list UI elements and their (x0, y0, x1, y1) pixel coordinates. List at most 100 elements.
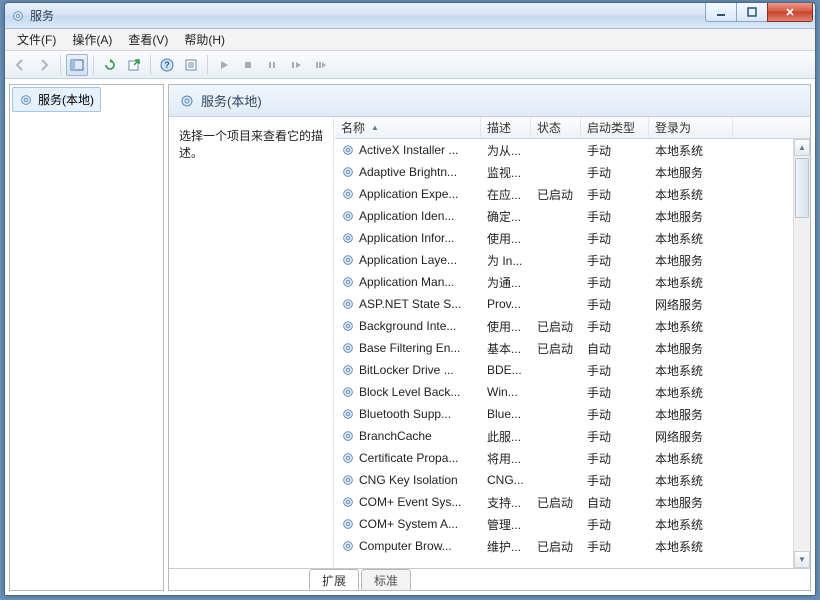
column-header-description[interactable]: 描述 (481, 117, 531, 138)
back-button[interactable] (9, 54, 31, 76)
export-button[interactable] (123, 54, 145, 76)
tree-item-services-local[interactable]: 服务(本地) (12, 87, 101, 112)
menubar: 文件(F) 操作(A) 查看(V) 帮助(H) (5, 29, 815, 51)
gear-icon (341, 341, 355, 355)
pause-service-button[interactable] (261, 54, 283, 76)
tab-standard[interactable]: 标准 (361, 569, 411, 591)
cell-name: Application Iden... (335, 206, 481, 226)
column-header-startup[interactable]: 启动类型 (581, 117, 649, 138)
show-hide-tree-button[interactable] (66, 54, 88, 76)
pane-header: 服务(本地) (169, 85, 810, 117)
restart-service-icon[interactable] (285, 54, 307, 76)
stop-service-button[interactable] (237, 54, 259, 76)
scroll-track[interactable] (794, 156, 810, 551)
menu-view[interactable]: 查看(V) (120, 29, 176, 50)
menu-file[interactable]: 文件(F) (9, 29, 64, 50)
cell-startup: 手动 (581, 381, 649, 404)
cell-status (531, 433, 581, 439)
cell-desc: 为通... (481, 271, 531, 294)
details-pane: 服务(本地) 选择一个项目来查看它的描述。 名称▲ 描述 状态 启动类型 登录为 (168, 84, 811, 591)
description-column: 选择一个项目来查看它的描述。 (169, 117, 334, 568)
cell-startup: 自动 (581, 491, 649, 514)
tab-extended[interactable]: 扩展 (309, 569, 359, 591)
cell-startup: 手动 (581, 227, 649, 250)
services-window: 服务 文件(F) 操作(A) 查看(V) 帮助(H) ? (4, 2, 816, 596)
service-row[interactable]: Background Inte...使用...已启动手动本地系统 (335, 315, 810, 337)
service-row[interactable]: Base Filtering En...基本...已启动自动本地服务 (335, 337, 810, 359)
separator (150, 55, 151, 75)
service-row[interactable]: ActiveX Installer ...为从...手动本地系统 (335, 139, 810, 161)
cell-startup: 手动 (581, 271, 649, 294)
cell-status (531, 301, 581, 307)
cell-desc: 维护... (481, 535, 531, 558)
scroll-up-button[interactable]: ▲ (794, 139, 810, 156)
cell-status (531, 389, 581, 395)
cell-name: Base Filtering En... (335, 338, 481, 358)
service-row[interactable]: COM+ System A...管理...手动本地系统 (335, 513, 810, 535)
refresh-button[interactable] (99, 54, 121, 76)
service-row[interactable]: Application Iden...确定...手动本地服务 (335, 205, 810, 227)
cell-status (531, 411, 581, 417)
column-header-logon[interactable]: 登录为 (649, 117, 733, 138)
cell-startup: 手动 (581, 513, 649, 536)
service-row[interactable]: BranchCache此服...手动网络服务 (335, 425, 810, 447)
service-row[interactable]: Bluetooth Supp...Blue...手动本地服务 (335, 403, 810, 425)
cell-status: 已启动 (531, 337, 581, 360)
maximize-button[interactable] (736, 2, 768, 22)
resume-service-button[interactable] (309, 54, 331, 76)
tree-pane[interactable]: 服务(本地) (9, 84, 164, 591)
close-button[interactable] (767, 2, 813, 22)
cell-startup: 手动 (581, 447, 649, 470)
vertical-scrollbar[interactable]: ▲ ▼ (793, 139, 810, 568)
forward-button[interactable] (33, 54, 55, 76)
scroll-down-button[interactable]: ▼ (794, 551, 810, 568)
service-row[interactable]: BitLocker Drive ...BDE...手动本地系统 (335, 359, 810, 381)
scroll-thumb[interactable] (795, 158, 809, 218)
window-title: 服务 (30, 7, 54, 24)
pane-body: 选择一个项目来查看它的描述。 名称▲ 描述 状态 启动类型 登录为 Active… (169, 117, 810, 568)
service-row[interactable]: ASP.NET State S...Prov...手动网络服务 (335, 293, 810, 315)
gear-icon (341, 517, 355, 531)
properties-button[interactable] (180, 54, 202, 76)
cell-desc: 监视... (481, 161, 531, 184)
gear-icon (341, 407, 355, 421)
service-row[interactable]: COM+ Event Sys...支持...已启动自动本地服务 (335, 491, 810, 513)
cell-startup: 手动 (581, 249, 649, 272)
cell-name: BranchCache (335, 426, 481, 446)
cell-status: 已启动 (531, 535, 581, 558)
start-service-button[interactable] (213, 54, 235, 76)
menu-help[interactable]: 帮助(H) (176, 29, 233, 50)
minimize-button[interactable] (705, 2, 737, 22)
cell-desc: CNG... (481, 470, 531, 490)
help-button[interactable]: ? (156, 54, 178, 76)
column-header-name[interactable]: 名称▲ (335, 117, 481, 138)
service-row[interactable]: Computer Brow...维护...已启动手动本地系统 (335, 535, 810, 557)
cell-startup: 手动 (581, 205, 649, 228)
list-body[interactable]: ActiveX Installer ...为从...手动本地系统Adaptive… (335, 139, 810, 568)
cell-logon: 本地系统 (649, 513, 733, 536)
cell-desc: 此服... (481, 425, 531, 448)
cell-name: Application Man... (335, 272, 481, 292)
service-row[interactable]: Certificate Propa...将用...手动本地系统 (335, 447, 810, 469)
cell-status (531, 235, 581, 241)
footer-tabs: 扩展 标准 (169, 568, 810, 590)
list-header: 名称▲ 描述 状态 启动类型 登录为 (335, 117, 810, 139)
service-row[interactable]: Application Laye...为 In...手动本地服务 (335, 249, 810, 271)
cell-logon: 本地系统 (649, 183, 733, 206)
gear-icon (341, 143, 355, 157)
service-row[interactable]: Adaptive Brightn...监视...手动本地服务 (335, 161, 810, 183)
column-header-status[interactable]: 状态 (531, 117, 581, 138)
cell-logon: 本地服务 (649, 249, 733, 272)
service-row[interactable]: Application Man...为通...手动本地系统 (335, 271, 810, 293)
gear-icon (341, 473, 355, 487)
separator (93, 55, 94, 75)
cell-startup: 手动 (581, 183, 649, 206)
service-row[interactable]: Block Level Back...Win...手动本地系统 (335, 381, 810, 403)
menu-action[interactable]: 操作(A) (64, 29, 120, 50)
window-controls (706, 2, 813, 22)
gear-icon (341, 385, 355, 399)
service-row[interactable]: Application Infor...使用...手动本地系统 (335, 227, 810, 249)
service-row[interactable]: Application Expe...在应...已启动手动本地系统 (335, 183, 810, 205)
service-row[interactable]: CNG Key IsolationCNG...手动本地系统 (335, 469, 810, 491)
titlebar[interactable]: 服务 (5, 3, 815, 29)
